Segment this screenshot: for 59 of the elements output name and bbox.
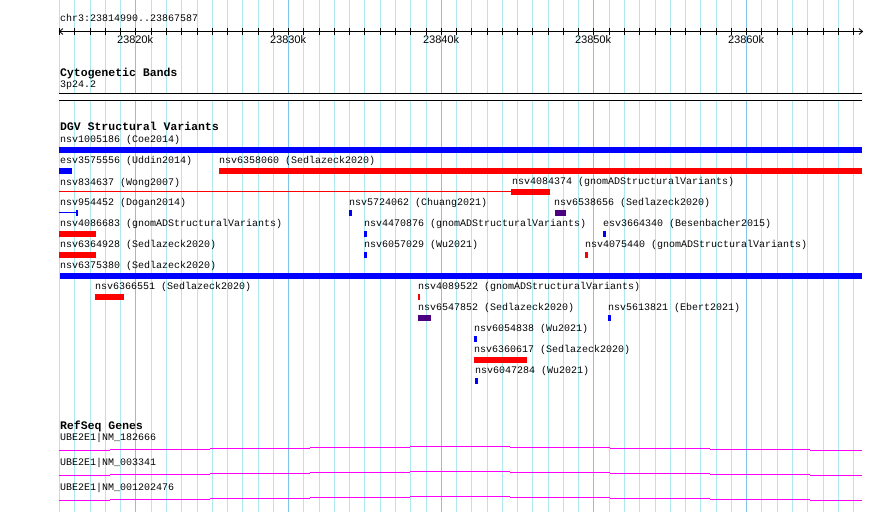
gene-label: UBE2E1|NM_001202476 (60, 483, 174, 494)
feature-label: nsv4086683 (gnomADStructuralVariants) (60, 219, 282, 230)
gene-model-line[interactable] (59, 445, 862, 452)
variant-bar[interactable] (555, 210, 566, 216)
variant-bar[interactable] (59, 252, 96, 258)
feature-label: nsv6057029 (Wu2021) (364, 240, 478, 251)
feature-label: nsv1005186 (Coe2014) (60, 135, 180, 146)
feature-label: nsv954452 (Dogan2014) (60, 198, 186, 209)
variant-bar[interactable] (608, 315, 611, 321)
feature-label: nsv5613821 (Ebert2021) (608, 303, 740, 314)
feature-label: nsv6054838 (Wu2021) (474, 324, 588, 335)
gene-label: UBE2E1|NM_003341 (60, 458, 156, 469)
feature-label: nsv6047284 (Wu2021) (475, 366, 590, 377)
feature-label: nsv834637 (Wong2007) (60, 178, 180, 189)
feature-label: nsv6364928 (Sedlazeck2020) (60, 240, 216, 251)
variant-bar[interactable] (418, 315, 431, 321)
feature-label: esv3664340 (Besenbacher2015) (603, 219, 772, 230)
variant-bar[interactable] (60, 273, 862, 279)
variant-bar[interactable] (511, 189, 550, 195)
variant-bar[interactable] (475, 378, 478, 384)
tick-label: 23840k (422, 34, 460, 47)
variant-bar[interactable] (59, 147, 862, 153)
gene-model-line[interactable] (59, 470, 862, 477)
feature-label: nsv4470876 (gnomADStructuralVariants) (364, 219, 586, 230)
track-title: Cytogenetic Bands (60, 67, 178, 80)
feature-label: esv3575556 (Uddin2014) (60, 156, 192, 167)
feature-label: nsv5724062 (Chuang2021) (349, 198, 488, 209)
variant-bar[interactable] (59, 231, 96, 237)
track-title: DGV Structural Variants (60, 121, 219, 134)
tick-label: 23850k (574, 34, 612, 47)
feature-label: nsv4084374 (gnomADStructuralVariants) (512, 177, 734, 188)
variant-bar[interactable] (219, 168, 862, 174)
variant-bar[interactable] (603, 231, 606, 237)
feature-label: nsv6358060 (Sedlazeck2020) (219, 156, 376, 167)
variant-bar[interactable] (349, 210, 352, 216)
variant-bar[interactable] (59, 168, 72, 174)
feature-label: nsv6375380 (Sedlazeck2020) (60, 261, 216, 272)
tick-label: 23820k (116, 34, 154, 47)
band-label: 3p24.2 (60, 80, 96, 91)
location-label: chr3:23814990..23867587 (60, 14, 198, 26)
feature-label: nsv6538656 (Sedlazeck2020) (554, 198, 710, 209)
feature-label: nsv6366551 (Sedlazeck2020) (95, 282, 252, 293)
variant-line[interactable] (59, 189, 511, 195)
variant-line[interactable] (59, 210, 78, 216)
feature-label: nsv4089522 (gnomADStructuralVariants) (418, 282, 640, 293)
variant-bar[interactable] (474, 357, 527, 363)
variant-bar[interactable] (474, 336, 477, 342)
variant-bar[interactable] (585, 252, 588, 258)
variant-bar[interactable] (364, 252, 367, 258)
gene-label: UBE2E1|NM_182666 (60, 433, 156, 444)
variant-bar[interactable] (95, 294, 124, 300)
track-title: RefSeq Genes (60, 420, 143, 433)
variant-bar[interactable] (364, 231, 367, 237)
feature-label: nsv6360617 (Sedlazeck2020) (474, 345, 630, 356)
tick-label: 23830k (268, 34, 308, 47)
tick-label: 23860k (726, 34, 766, 47)
feature-label: nsv6547852 (Sedlazeck2020) (418, 303, 574, 314)
gene-model-line[interactable] (59, 495, 862, 502)
feature-label: nsv4075440 (gnomADStructuralVariants) (585, 240, 808, 251)
